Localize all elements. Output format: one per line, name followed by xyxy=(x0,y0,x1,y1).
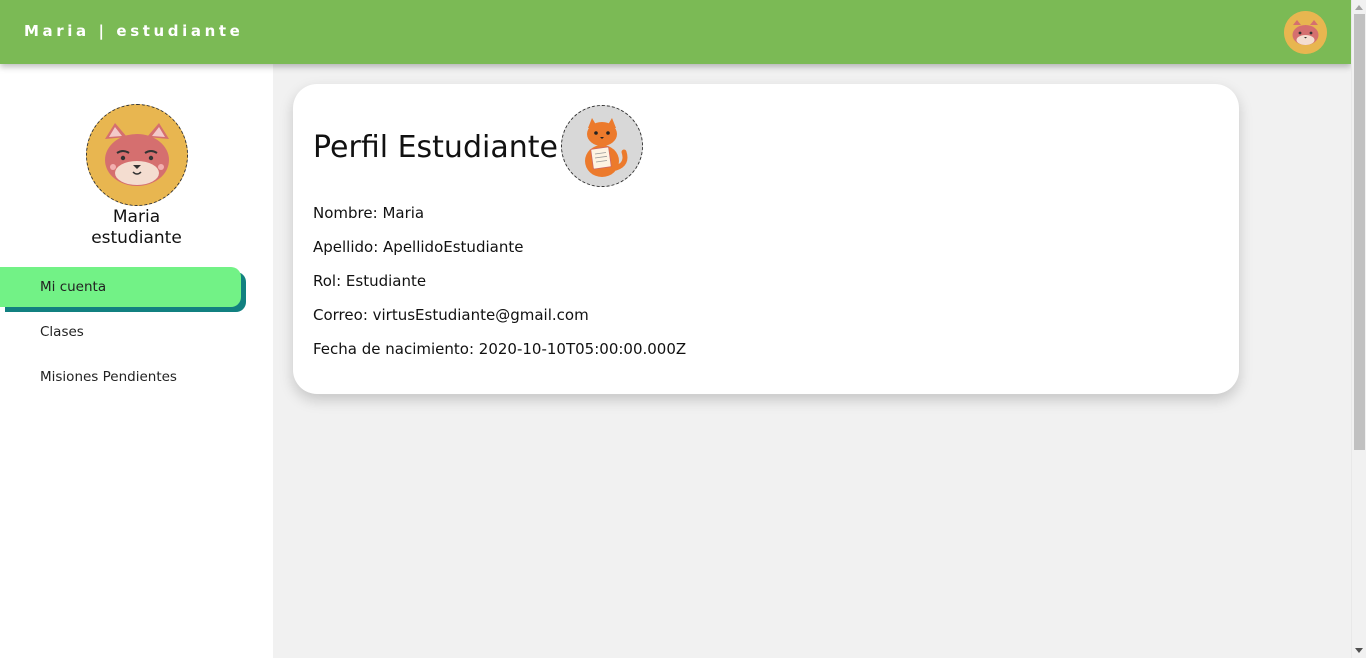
field-value: ApellidoEstudiante xyxy=(383,238,524,256)
page-title: Perfil Estudiante xyxy=(313,130,558,165)
field-label: Correo xyxy=(313,306,363,324)
field-label: Apellido xyxy=(313,238,374,256)
scroll-up-icon[interactable] xyxy=(1355,5,1363,10)
field-rol: Rol: Estudiante xyxy=(313,272,427,290)
top-bar: Maria | estudiante xyxy=(0,0,1351,64)
vertical-scrollbar[interactable] xyxy=(1351,0,1366,658)
sidebar-item-clases[interactable]: Clases xyxy=(0,312,241,352)
sidebar: Maria estudiante Mi cuenta Clases Mision… xyxy=(0,64,273,658)
user-name: Maria xyxy=(112,207,161,227)
field-nombre: Nombre: Maria xyxy=(313,204,425,222)
field-apellido: Apellido: ApellidoEstudiante xyxy=(313,238,524,256)
profile-card: Perfil Estudiante Nombre: Maria Apellido… xyxy=(293,84,1239,394)
app-brand: Maria | estudiante xyxy=(24,22,244,40)
cat-face-icon xyxy=(86,104,188,206)
cat-reading-icon xyxy=(561,105,643,187)
sidebar-item-misiones-pendientes[interactable]: Misiones Pendientes xyxy=(0,357,241,397)
field-correo: Correo: virtusEstudiante@gmail.com xyxy=(313,306,589,324)
field-label: Fecha de nacimiento xyxy=(313,340,469,358)
field-value: Maria xyxy=(382,204,425,222)
field-label: Nombre xyxy=(313,204,373,222)
field-value: 2020-10-10T05:00:00.000Z xyxy=(478,340,687,358)
sidebar-item-mi-cuenta[interactable]: Mi cuenta xyxy=(0,267,241,307)
user-role: estudiante xyxy=(91,228,182,248)
scroll-down-icon[interactable] xyxy=(1355,648,1363,653)
field-value: Estudiante xyxy=(345,272,427,290)
field-value: virtusEstudiante@gmail.com xyxy=(372,306,589,324)
cat-face-icon[interactable] xyxy=(1284,11,1327,54)
field-fecha-nacimiento: Fecha de nacimiento: 2020-10-10T05:00:00… xyxy=(313,340,687,358)
field-label: Rol xyxy=(313,272,337,290)
scrollbar-thumb[interactable] xyxy=(1354,14,1365,450)
